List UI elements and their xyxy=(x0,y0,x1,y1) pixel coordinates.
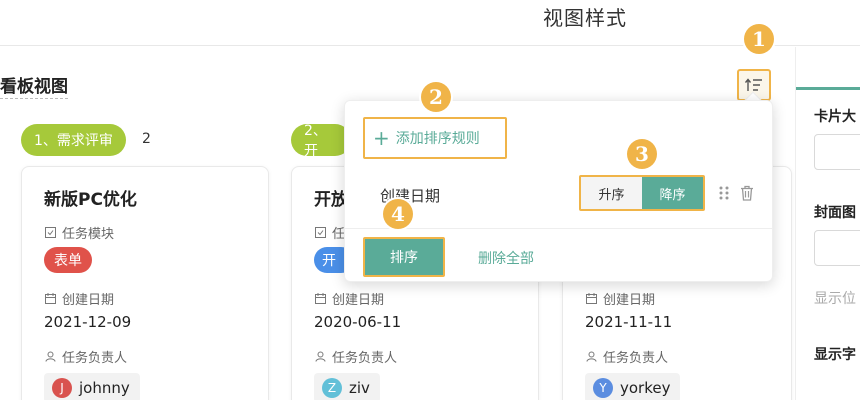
user-icon xyxy=(44,351,56,363)
show-field-label: 显示字 xyxy=(814,347,856,363)
calendar-icon xyxy=(44,293,56,305)
callout-badge-4: 4 xyxy=(383,199,413,229)
descending-option[interactable]: 降序 xyxy=(642,177,703,209)
field-label-owner: 任务负责人 xyxy=(314,347,397,366)
field-label-date: 创建日期 xyxy=(585,289,655,308)
cover-select[interactable] xyxy=(814,230,860,266)
date-value: 2021-12-09 xyxy=(44,313,132,331)
sort-popover: + 添加排序规则 创建日期 升序 降序 排序 删除全部 xyxy=(344,100,773,282)
add-rule-label: 添加排序规则 xyxy=(395,131,480,147)
avatar: Z xyxy=(322,378,342,398)
field-label-date: 创建日期 xyxy=(314,289,384,308)
callout-badge-2: 2 xyxy=(421,82,451,112)
delete-all-button[interactable]: 删除全部 xyxy=(478,248,534,268)
card-title: 新版PC优化 xyxy=(44,190,137,210)
task-card[interactable]: 新版PC优化 任务模块 表单 创建日期 2021-12-09 任务负责人 J j… xyxy=(21,166,269,400)
column-chip-review[interactable]: 1、需求评审 xyxy=(21,124,126,156)
panel-accent-bar xyxy=(796,87,860,90)
module-icon xyxy=(44,227,56,239)
date-value: 2021-11-11 xyxy=(585,313,673,331)
card-size-label: 卡片大 xyxy=(814,109,856,125)
top-bar: 视图样式 xyxy=(0,0,860,46)
field-label-module: 任务模块 xyxy=(44,223,114,242)
field-label-owner: 任务负责人 xyxy=(44,347,127,366)
apply-sort-button[interactable]: 排序 xyxy=(363,237,445,277)
owner-name: ziv xyxy=(349,379,370,397)
calendar-icon xyxy=(585,293,597,305)
avatar: Y xyxy=(593,378,613,398)
column-chip-dev[interactable]: 2、开 xyxy=(291,123,351,159)
add-sort-rule-button[interactable]: + 添加排序规则 xyxy=(363,117,507,159)
field-label-date: 创建日期 xyxy=(44,289,114,308)
owner-chip[interactable]: J johnny xyxy=(44,373,140,400)
sort-order-toggle[interactable]: 升序 降序 xyxy=(579,175,705,211)
callout-badge-1: 1 xyxy=(744,24,774,54)
owner-name: yorkey xyxy=(620,379,671,397)
card-size-select[interactable] xyxy=(814,134,860,170)
field-label-owner: 任务负责人 xyxy=(585,347,668,366)
page-title: 视图样式 xyxy=(543,6,627,30)
user-icon xyxy=(314,351,326,363)
date-value: 2020-06-11 xyxy=(314,313,402,331)
card-title: 开放 xyxy=(314,190,348,210)
owner-chip[interactable]: Y yorkey xyxy=(585,373,681,400)
popover-divider xyxy=(345,228,772,229)
plus-icon: + xyxy=(373,126,390,150)
drag-handle-icon[interactable] xyxy=(718,186,730,200)
avatar: J xyxy=(52,378,72,398)
owner-name: johnny xyxy=(79,379,130,397)
calendar-icon xyxy=(314,293,326,305)
module-icon xyxy=(314,227,326,239)
module-tag: 表单 xyxy=(44,247,92,273)
view-settings-panel: 卡片大 封面图 显示位 显示字 xyxy=(795,47,860,400)
column-count: 2 xyxy=(142,131,151,147)
ascending-option[interactable]: 升序 xyxy=(581,177,642,209)
field-label-module: 任 xyxy=(314,223,345,242)
cover-label: 封面图 xyxy=(814,205,856,221)
trash-icon[interactable] xyxy=(740,185,754,201)
board-title: 看板视图 xyxy=(0,72,68,99)
sort-icon xyxy=(745,78,762,91)
user-icon xyxy=(585,351,597,363)
callout-badge-3: 3 xyxy=(627,139,657,169)
show-position-label: 显示位 xyxy=(814,291,856,307)
owner-chip[interactable]: Z ziv xyxy=(314,373,380,400)
